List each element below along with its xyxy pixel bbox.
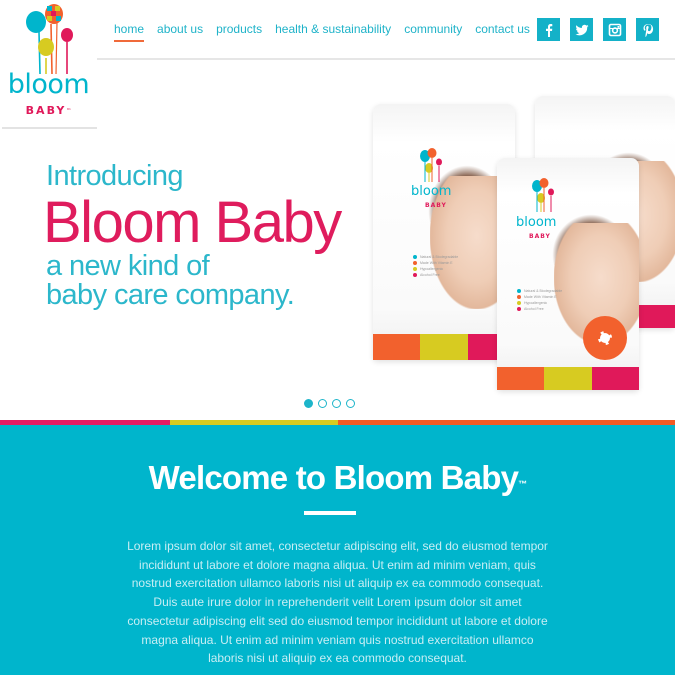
pack-feature-list: Natural & Biodegradable Made With Vitami… [517,288,562,312]
twitter-button[interactable] [570,18,593,41]
header-divider [97,58,675,60]
nav-products[interactable]: products [216,21,262,37]
feature-item: Hypoallergenic [420,267,444,271]
facebook-button[interactable] [537,18,560,41]
feature-item: Natural & Biodegradable [420,255,459,259]
product-pack: bloom BABY Natural & Biodegradable Made … [497,158,639,390]
product-pack: bloom BABY Natural & Biodegradable Made … [373,104,515,360]
pack-brand-sub: BABY [529,233,551,240]
logo-subtitle: BABY™ [0,104,97,118]
feature-item: Natural & Biodegradable [524,289,563,293]
nav-health-sustainability[interactable]: health & sustainability [275,21,391,37]
hero-subtitle-line-2: baby care company. [46,279,295,311]
welcome-body-line: laboris nisi ut aliquip ex ea commodo co… [208,651,467,666]
pack-brand: bloom [411,184,452,199]
pinterest-button[interactable] [636,18,659,41]
welcome-title-text: Welcome to Bloom Baby [148,459,519,496]
carousel-pagination [304,399,355,408]
pinterest-icon [643,23,653,37]
hero-subtitle: a new kind of baby care company. [46,250,295,311]
logo-sub-text: BABY [25,104,67,117]
feature-item: Hypoallergenic [524,301,548,305]
nav-community[interactable]: community [404,21,462,37]
welcome-divider [304,511,356,515]
feature-item: Made With Vitamin E [420,261,453,265]
nav-home[interactable]: home [114,21,145,42]
nav-about-us[interactable]: about us [157,21,203,37]
pack-feature-list: Natural & Biodegradable Made With Vitami… [413,254,458,278]
logo[interactable]: bloom BABY™ [0,0,97,129]
hero-title: Bloom Baby [43,190,342,255]
twitter-icon [575,24,588,35]
welcome-body-line: Duis aute irure dolor in reprehenderit v… [153,595,522,610]
welcome-title: Welcome to Bloom Baby™ [0,458,675,498]
instagram-button[interactable] [603,18,626,41]
pack-brand-sub: BABY [425,202,447,209]
welcome-body-line: consectetur adipiscing elit sed do eiusm… [127,613,548,628]
feature-item: Made With Vitamin E [524,295,557,299]
welcome-body-line: incididunt ut labore et dolore magna ali… [139,557,536,572]
feature-item: Alcohol Free [420,273,440,277]
pack-balloons-icon [420,148,442,182]
nav-contact-us[interactable]: contact us [475,21,530,37]
facebook-icon [545,23,552,37]
pack-balloons-icon [532,178,554,212]
feature-item: Alcohol Free [524,307,544,311]
hero-subtitle-line-1: a new kind of [46,250,210,282]
main-nav: home about us products health & sustaina… [114,21,543,42]
welcome-body-line: magna aliqua. Ut enim ad minim veniam qu… [141,632,534,647]
logo-wordmark: bloom [7,69,90,100]
trademark: ™ [518,479,527,489]
social-links [537,18,659,41]
pack-brand: bloom [516,215,557,230]
hero-product-image: bloom BABY Natural & Biodegradable Made … [365,90,675,400]
sun-drenched-badge [583,316,627,360]
carousel-dot[interactable] [346,399,355,408]
trademark: ™ [66,108,72,114]
instagram-icon [608,23,621,36]
carousel-dot[interactable] [318,399,327,408]
carousel-dot[interactable] [332,399,341,408]
welcome-body-line: Lorem ipsum dolor sit amet, consectetur … [127,539,548,553]
welcome-body-line: nostrud exercitation ullamco laboris nis… [131,576,544,591]
welcome-body: Lorem ipsum dolor sit amet, consectetur … [100,537,575,668]
carousel-dot[interactable] [304,399,313,408]
